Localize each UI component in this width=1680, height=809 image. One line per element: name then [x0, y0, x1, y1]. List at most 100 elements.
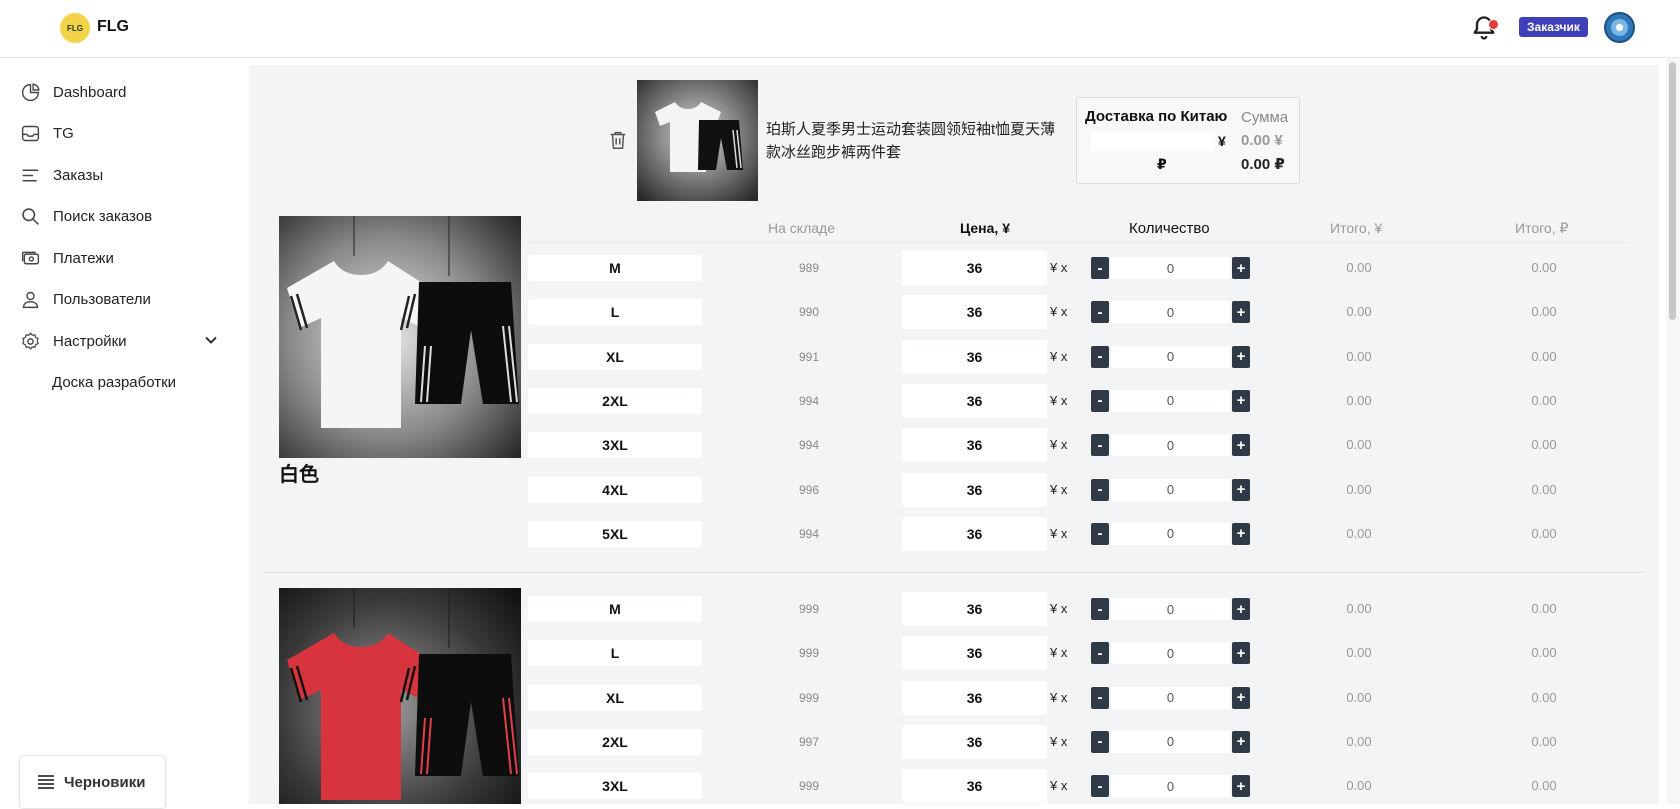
qty-minus-button[interactable]: - [1091, 301, 1109, 324]
qty-minus-button[interactable]: - [1091, 345, 1109, 368]
avatar[interactable] [1604, 12, 1635, 43]
price-input[interactable]: 36 [902, 383, 1047, 418]
qty-input[interactable]: 0 [1111, 686, 1230, 709]
qty-minus-button[interactable]: - [1091, 389, 1109, 412]
stock-value: 990 [798, 305, 820, 320]
qty-input[interactable]: 0 [1111, 434, 1230, 457]
price-input[interactable]: 36 [902, 516, 1047, 551]
qty-minus-button[interactable]: - [1091, 257, 1109, 279]
stock-value: 999 [798, 646, 820, 661]
total-rub: 0.00 [1531, 348, 1557, 364]
qty-input[interactable]: 0 [1111, 642, 1230, 665]
variant-image[interactable] [279, 588, 521, 804]
qty-input[interactable]: 0 [1111, 775, 1230, 798]
qty-input[interactable]: 0 [1111, 301, 1230, 324]
stock-value: 999 [798, 690, 820, 705]
qty-input[interactable]: 0 [1111, 389, 1230, 412]
qty-plus-button[interactable]: + [1232, 478, 1250, 501]
qty-plus-button[interactable]: + [1232, 642, 1250, 665]
qty-minus-button[interactable]: - [1091, 686, 1109, 709]
sidebar-item-order-search[interactable]: Поиск заказов [20, 201, 152, 231]
price-input[interactable]: 36 [902, 724, 1047, 759]
qty-plus-button[interactable]: + [1232, 301, 1250, 324]
qty-input[interactable]: 0 [1111, 598, 1230, 620]
price-input[interactable]: 36 [902, 769, 1047, 804]
qty-input[interactable]: 0 [1111, 478, 1230, 501]
price-input[interactable]: 36 [902, 592, 1047, 626]
currency-multiplier: ¥ x [1050, 392, 1068, 408]
sidebar-item-orders[interactable]: Заказы [20, 160, 103, 190]
qty-minus-button[interactable]: - [1091, 775, 1109, 798]
top-header: FLG FLG Заказчик [0, 0, 1680, 58]
qty-minus-button[interactable]: - [1091, 730, 1109, 753]
size-cell: M [528, 255, 702, 281]
price-input[interactable]: 36 [902, 251, 1047, 285]
chevron-down-icon[interactable] [204, 333, 218, 347]
qty-minus-button[interactable]: - [1091, 478, 1109, 501]
qty-plus-button[interactable]: + [1232, 598, 1250, 620]
qty-plus-button[interactable]: + [1232, 686, 1250, 709]
sidebar-item-dev-board[interactable]: Доска разработки [52, 367, 176, 397]
total-yen: 0.00 [1346, 525, 1372, 541]
sidebar-item-label: Поиск заказов [53, 207, 153, 225]
total-yen: 0.00 [1346, 778, 1372, 794]
stock-value: 994 [798, 393, 820, 408]
shipping-box: Доставка по Китаю Сумма ¥ 0.00 ¥ ₽ 0.00 … [1076, 97, 1300, 184]
shipping-cost-input[interactable] [1091, 131, 1215, 151]
menu-icon [38, 775, 54, 789]
user-icon [22, 291, 39, 308]
price-input[interactable]: 36 [902, 680, 1047, 715]
sidebar-item-dashboard[interactable]: Dashboard [20, 77, 126, 107]
rub-symbol: ₽ [1157, 156, 1167, 172]
qty-minus-button[interactable]: - [1091, 434, 1109, 457]
currency-multiplier: ¥ x [1050, 601, 1068, 616]
qty-minus-button[interactable]: - [1091, 642, 1109, 665]
stock-value: 999 [798, 602, 820, 616]
qty-plus-button[interactable]: + [1232, 389, 1250, 412]
sum-label: Сумма [1241, 109, 1289, 126]
price-input[interactable]: 36 [902, 295, 1047, 330]
qty-plus-button[interactable]: + [1232, 522, 1250, 545]
price-input[interactable]: 36 [902, 339, 1047, 374]
qty-plus-button[interactable]: + [1232, 775, 1250, 798]
price-input[interactable]: 36 [902, 472, 1047, 507]
sidebar-item-label: TG [53, 124, 74, 142]
qty-plus-button[interactable]: + [1232, 434, 1250, 457]
sidebar-item-users[interactable]: Пользователи [20, 284, 151, 314]
total-rub: 0.00 [1531, 437, 1557, 453]
price-input[interactable]: 36 [902, 428, 1047, 463]
drafts-button[interactable]: Черновики [19, 755, 166, 809]
qty-plus-button[interactable]: + [1232, 345, 1250, 368]
total-yen: 0.00 [1346, 348, 1372, 364]
header-price: Цена, ¥ [960, 220, 1010, 236]
notification-dot [1488, 19, 1499, 30]
qty-input[interactable]: 0 [1111, 345, 1230, 368]
qty-minus-button[interactable]: - [1091, 522, 1109, 545]
qty-plus-button[interactable]: + [1232, 730, 1250, 753]
total-yen: 0.00 [1346, 481, 1372, 497]
logo-icon[interactable]: FLG [60, 13, 90, 43]
sidebar-item-payments[interactable]: Платежи [20, 243, 114, 273]
price-input[interactable]: 36 [902, 636, 1047, 671]
qty-input[interactable]: 0 [1111, 730, 1230, 753]
header-stock: На складе [768, 220, 835, 236]
scrollbar-thumb[interactable] [1669, 62, 1676, 320]
qty-plus-button[interactable]: + [1232, 257, 1250, 279]
product-title[interactable]: 珀斯人夏季男士运动套装圆领短袖t恤夏天薄款冰丝跑步裤两件套 [766, 118, 1058, 164]
sidebar-item-settings[interactable]: Настройки [20, 326, 127, 356]
sidebar-item-label: Dashboard [53, 83, 127, 101]
total-rub: 0.00 [1531, 260, 1557, 275]
sidebar-item-tg[interactable]: TG [20, 118, 74, 148]
variant-image[interactable] [279, 216, 521, 458]
trash-icon[interactable] [607, 128, 629, 152]
size-cell: L [528, 299, 702, 326]
logo-text[interactable]: FLG [97, 18, 129, 36]
sidebar-item-label: Настройки [53, 332, 127, 350]
sidebar-item-label: Пользователи [53, 290, 151, 308]
qty-minus-button[interactable]: - [1091, 598, 1109, 620]
currency-multiplier: ¥ x [1050, 689, 1068, 705]
size-cell: L [528, 640, 702, 667]
qty-input[interactable]: 0 [1111, 257, 1230, 279]
product-thumbnail[interactable] [637, 80, 758, 201]
qty-input[interactable]: 0 [1111, 522, 1230, 545]
